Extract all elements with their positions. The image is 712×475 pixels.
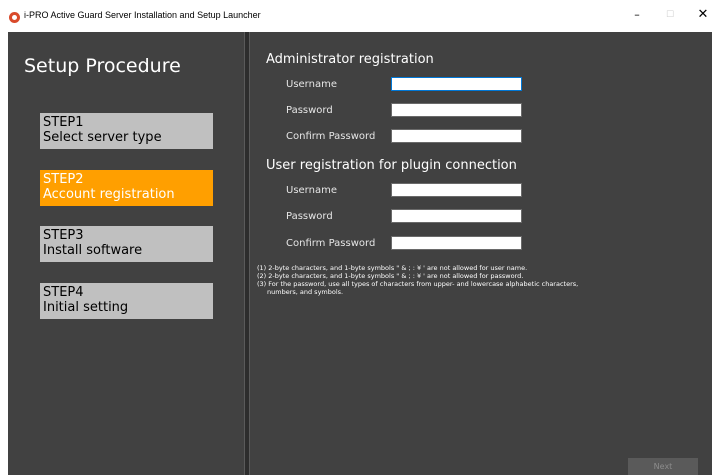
app-logo-icon (9, 12, 20, 23)
plugin-username-input[interactable] (391, 183, 522, 197)
plugin-username-label: Username (286, 185, 337, 196)
installer-window: i-PRO Active Guard Server Installation a… (0, 0, 712, 475)
plugin-password-input[interactable] (391, 209, 522, 223)
minimize-button[interactable]: – (622, 4, 652, 26)
input-rules-notes: (1) 2-byte characters, and 1-byte symbol… (257, 264, 709, 296)
admin-username-label: Username (286, 79, 337, 90)
sidebar-step-2[interactable]: STEP2 Account registration (40, 170, 213, 206)
title-bar: i-PRO Active Guard Server Installation a… (0, 0, 712, 32)
plugin-password-label: Password (286, 211, 333, 222)
admin-username-input[interactable] (391, 77, 522, 91)
note-line: numbers, and symbols. (267, 288, 344, 296)
admin-confirm-password-input[interactable] (391, 129, 522, 143)
plugin-confirm-password-input[interactable] (391, 236, 522, 250)
main-panel: Administrator registration Username Pass… (250, 32, 712, 475)
admin-confirm-password-label: Confirm Password (286, 131, 376, 142)
step-number: STEP1 (43, 115, 84, 130)
step-label: Select server type (43, 130, 162, 145)
step-label: Install software (43, 243, 143, 258)
sidebar-step-1[interactable]: STEP1 Select server type (40, 113, 213, 149)
sidebar: Setup Procedure STEP1 Select server type… (8, 32, 244, 475)
sidebar-step-4[interactable]: STEP4 Initial setting (40, 283, 213, 319)
note-line: (1) 2-byte characters, and 1-byte symbol… (257, 264, 528, 272)
step-label: Initial setting (43, 300, 129, 315)
close-button[interactable]: ✕ (688, 4, 712, 26)
note-line: (2) 2-byte characters, and 1-byte symbol… (257, 272, 524, 280)
window-title: i-PRO Active Guard Server Installation a… (24, 10, 261, 20)
step-number: STEP3 (43, 228, 84, 243)
maximize-button[interactable]: ☐ (655, 4, 685, 26)
step-label: Account registration (43, 187, 175, 202)
admin-password-label: Password (286, 105, 333, 116)
admin-section-title: Administrator registration (266, 52, 434, 67)
sidebar-step-3[interactable]: STEP3 Install software (40, 226, 213, 262)
plugin-confirm-password-label: Confirm Password (286, 238, 376, 249)
client-area: Setup Procedure STEP1 Select server type… (8, 32, 712, 475)
sidebar-title: Setup Procedure (24, 55, 181, 77)
next-button[interactable]: Next (628, 458, 698, 475)
step-number: STEP4 (43, 285, 84, 300)
step-number: STEP2 (43, 172, 84, 187)
admin-password-input[interactable] (391, 103, 522, 117)
note-line: (3) For the password, use all types of c… (257, 280, 579, 288)
plugin-section-title: User registration for plugin connection (266, 158, 517, 173)
